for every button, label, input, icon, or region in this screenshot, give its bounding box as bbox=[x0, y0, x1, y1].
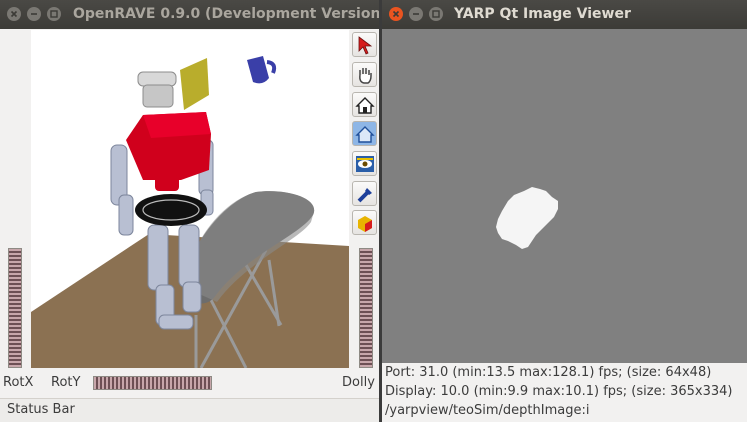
minimize-button[interactable] bbox=[27, 7, 41, 21]
home-view-tool[interactable] bbox=[352, 92, 377, 117]
mug bbox=[247, 56, 269, 84]
minimize-button[interactable] bbox=[409, 7, 423, 21]
depth-image-render bbox=[496, 187, 558, 249]
view-all-tool[interactable] bbox=[352, 151, 377, 176]
minimize-icon bbox=[31, 13, 37, 15]
maximize-button[interactable] bbox=[429, 7, 443, 21]
display-info: Display: 10.0 (min:9.9 max:10.1) fps; (s… bbox=[385, 384, 733, 399]
eye-icon bbox=[356, 156, 374, 172]
port-name: /yarpview/teoSim/depthImage:i bbox=[385, 403, 590, 418]
select-tool[interactable] bbox=[352, 32, 377, 57]
robot-head bbox=[137, 71, 177, 87]
status-bar: Status Bar bbox=[0, 398, 379, 422]
openrave-window: OpenRAVE 0.9.0 (Development Version) Rot… bbox=[0, 0, 379, 422]
dolly-slider[interactable] bbox=[359, 248, 373, 368]
window-title: YARP Qt Image Viewer bbox=[454, 6, 631, 22]
home-set-icon bbox=[355, 126, 375, 143]
set-home-tool[interactable] bbox=[352, 121, 377, 146]
cube-icon bbox=[358, 216, 372, 232]
seek-tool[interactable] bbox=[352, 181, 377, 206]
minimize-icon bbox=[413, 13, 419, 15]
close-icon bbox=[10, 10, 18, 18]
depth-image bbox=[382, 29, 747, 363]
close-icon bbox=[392, 10, 400, 18]
rotx-label: RotX bbox=[3, 375, 34, 390]
maximize-icon bbox=[50, 10, 58, 18]
yarp-titlebar[interactable]: YARP Qt Image Viewer bbox=[382, 0, 747, 29]
maximize-button[interactable] bbox=[47, 7, 61, 21]
status-bar-text: Status Bar bbox=[7, 402, 75, 417]
hand-icon bbox=[359, 68, 372, 84]
dolly-label: Dolly bbox=[342, 375, 375, 390]
home-icon bbox=[355, 97, 375, 114]
close-button[interactable] bbox=[7, 7, 21, 21]
3d-viewport[interactable] bbox=[31, 30, 349, 368]
pan-tool[interactable] bbox=[352, 62, 377, 87]
maximize-icon bbox=[432, 10, 440, 18]
yarp-window: YARP Qt Image Viewer Port: 31.0 (min:13.… bbox=[382, 0, 747, 422]
close-button[interactable] bbox=[389, 7, 403, 21]
projection-tool[interactable] bbox=[352, 210, 377, 235]
scene-render bbox=[31, 56, 349, 368]
roty-slider[interactable] bbox=[93, 376, 212, 390]
port-info: Port: 31.0 (min:13.5 max:128.1) fps; (si… bbox=[385, 365, 712, 380]
info-panel: Port: 31.0 (min:13.5 max:128.1) fps; (si… bbox=[382, 363, 747, 422]
openrave-titlebar[interactable]: OpenRAVE 0.9.0 (Development Version) bbox=[0, 0, 379, 29]
roty-label: RotY bbox=[51, 375, 81, 390]
rotx-slider[interactable] bbox=[8, 248, 22, 368]
depth-blob bbox=[496, 187, 558, 249]
yellow-panel bbox=[180, 58, 209, 110]
tray bbox=[135, 194, 207, 226]
window-title: OpenRAVE 0.9.0 (Development Version) bbox=[73, 6, 379, 22]
flashlight-icon bbox=[357, 188, 372, 203]
arrow-cursor-icon bbox=[358, 36, 373, 55]
